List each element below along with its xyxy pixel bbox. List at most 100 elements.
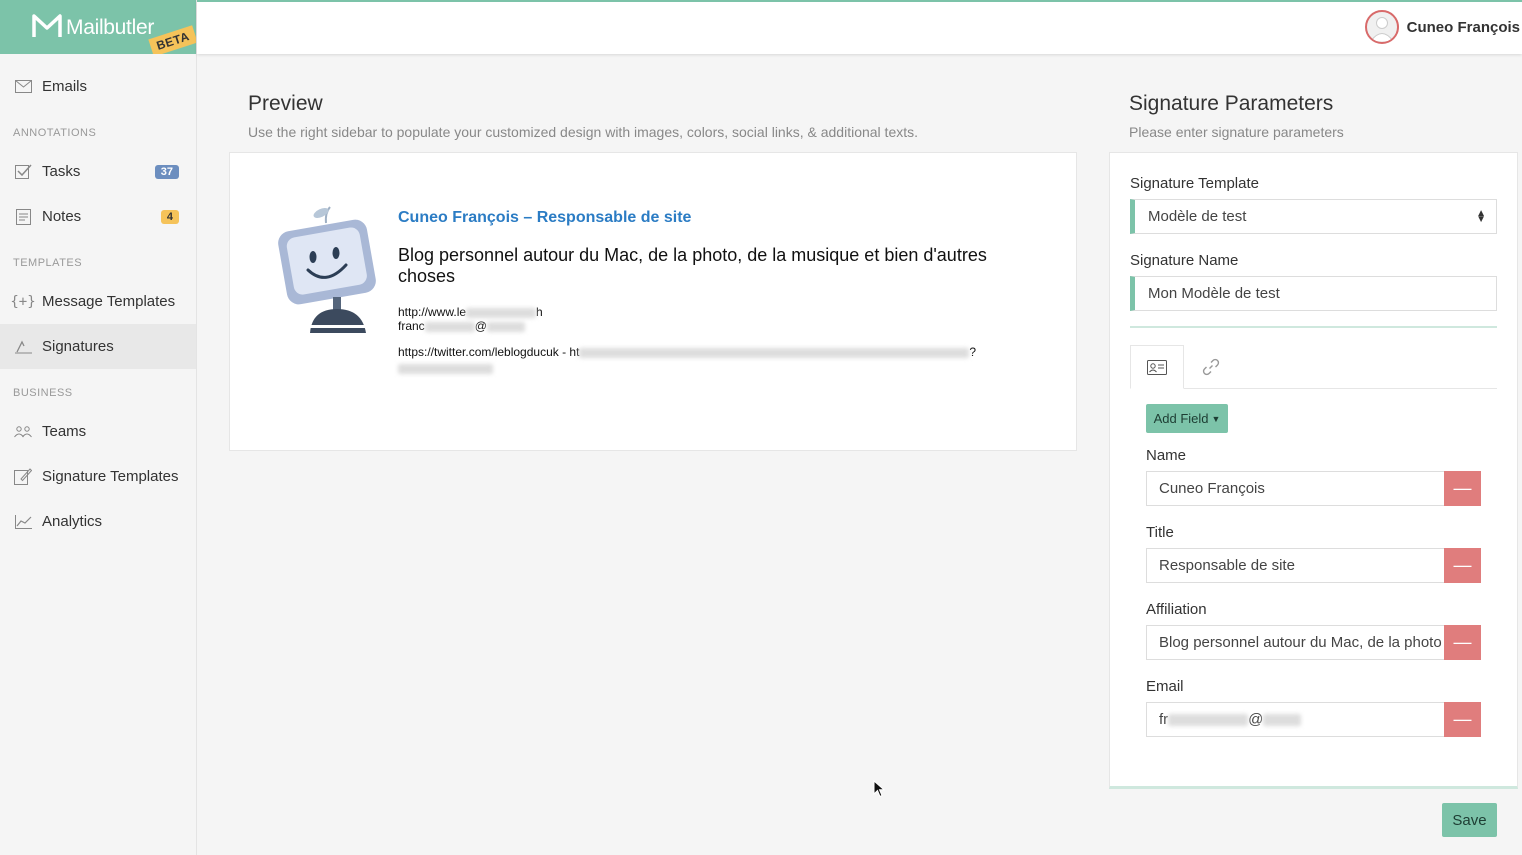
sidebar-item-analytics[interactable]: Analytics (0, 499, 196, 544)
field-title-label: Title (1146, 524, 1174, 541)
blurred-text (1263, 713, 1302, 726)
signature-links-continued (398, 361, 493, 375)
chart-line-icon (14, 513, 32, 531)
team-icon (14, 423, 32, 441)
website-end: h (536, 305, 543, 319)
mailbutler-logo-icon (32, 14, 62, 37)
sidebar: Mailbutler BETA Emails ANNOTATIONS Tasks… (0, 0, 197, 855)
add-field-button[interactable]: Add Field ▼ (1146, 404, 1228, 433)
top-bar: Cuneo François (197, 0, 1522, 54)
signature-social-links[interactable]: https://twitter.com/leblogducuk - ht? (398, 345, 976, 359)
sidebar-item-notes[interactable]: Notes 4 (0, 194, 196, 239)
blurred-text (486, 321, 525, 332)
avatar-icon (1364, 10, 1399, 44)
field-affiliation-label: Affiliation (1146, 601, 1207, 618)
tab-links[interactable] (1184, 345, 1238, 389)
signature-pen-icon (14, 338, 32, 356)
brand-logo[interactable]: Mailbutler BETA (0, 0, 196, 54)
email-start: franc (398, 319, 425, 333)
template-pen-icon (14, 468, 32, 486)
sidebar-item-signature-templates[interactable]: Signature Templates (0, 454, 196, 499)
cursor-icon (873, 780, 885, 798)
blurred-text (466, 307, 537, 318)
field-email-at: @ (1248, 711, 1264, 728)
signature-website[interactable]: http://www.le h (398, 305, 543, 319)
sidebar-item-label: Notes (42, 208, 82, 225)
field-affiliation-input[interactable]: Blog personnel autour du Mac, de la phot… (1146, 625, 1445, 660)
email-at: @ (474, 319, 487, 333)
checkbox-icon (14, 163, 32, 181)
remove-title-button[interactable]: — (1444, 548, 1481, 583)
field-email-label: Email (1146, 678, 1184, 695)
remove-name-button[interactable]: — (1444, 471, 1481, 506)
contact-card-icon (1147, 359, 1167, 375)
sidebar-item-label: Signature Templates (42, 468, 179, 485)
sidebar-item-label: Message Templates (42, 293, 176, 310)
template-select-value: Modèle de test (1148, 208, 1247, 225)
save-button[interactable]: Save (1442, 803, 1497, 837)
signature-affiliation: Blog personnel autour du Mac, de la phot… (398, 245, 987, 286)
beta-badge: BETA (148, 25, 196, 54)
tasks-count-badge: 37 (154, 164, 179, 179)
divider (1130, 326, 1497, 328)
preview-header: Preview Use the right sidebar to populat… (248, 92, 918, 140)
social-links-end: ? (969, 345, 977, 359)
signature-name-label: Signature Name (1130, 252, 1239, 269)
website-start: http://www.le (398, 305, 467, 319)
field-name-label: Name (1146, 447, 1187, 464)
section-annotations: ANNOTATIONS (13, 127, 97, 139)
blurred-text (1168, 713, 1249, 726)
remove-email-button[interactable]: — (1444, 702, 1481, 737)
preview-title: Preview (248, 92, 323, 115)
sidebar-item-teams[interactable]: Teams (0, 409, 196, 454)
field-name-value: Cuneo François (1159, 480, 1265, 497)
signature-name-title[interactable]: Cuneo François – Responsable de site (398, 209, 691, 227)
blurred-text (398, 363, 493, 374)
blurred-text (424, 321, 475, 332)
sidebar-item-label: Analytics (42, 513, 103, 530)
sidebar-item-tasks[interactable]: Tasks 37 (0, 149, 196, 194)
signature-preview-card: Cuneo François – Responsable de site Blo… (229, 152, 1077, 451)
select-arrows-icon: ▲ ▼ (1476, 207, 1486, 225)
params-title: Signature Parameters (1129, 92, 1334, 115)
signature-name-input[interactable]: Mon Modèle de test (1130, 276, 1497, 311)
brand-name: Mailbutler (66, 16, 155, 39)
signature-email[interactable]: franc @ (398, 319, 525, 333)
template-label: Signature Template (1130, 175, 1259, 192)
sidebar-item-message-templates[interactable]: {+} Message Templates (0, 279, 196, 324)
params-header: Signature Parameters Please enter signat… (1129, 92, 1344, 140)
section-templates: TEMPLATES (13, 257, 83, 269)
params-subtitle: Please enter signature parameters (1129, 124, 1344, 140)
user-menu[interactable]: Cuneo François (1364, 10, 1520, 44)
field-email-input[interactable]: fr @ (1146, 702, 1445, 737)
sidebar-item-label: Signatures (42, 338, 114, 355)
field-name-input[interactable]: Cuneo François (1146, 471, 1445, 506)
braces-plus-icon: {+} (10, 293, 36, 310)
caret-down-icon: ▼ (1211, 413, 1221, 424)
sidebar-item-emails[interactable]: Emails (0, 64, 196, 109)
add-field-label: Add Field (1153, 411, 1209, 426)
preview-subtitle: Use the right sidebar to populate your c… (248, 124, 919, 140)
mascot-computer-icon (278, 206, 376, 333)
params-tabs (1130, 345, 1497, 389)
field-title-input[interactable]: Responsable de site (1146, 548, 1445, 583)
envelope-icon (14, 78, 32, 96)
field-email-start: fr (1159, 711, 1169, 728)
remove-affiliation-button[interactable]: — (1444, 625, 1481, 660)
note-icon (14, 208, 32, 226)
signature-name-value: Mon Modèle de test (1148, 285, 1280, 302)
tab-contact-fields[interactable] (1130, 345, 1184, 389)
notes-count-badge: 4 (160, 209, 179, 224)
sidebar-item-label: Teams (42, 423, 87, 440)
sidebar-item-label: Tasks (42, 163, 81, 180)
blurred-text (579, 347, 970, 358)
signature-params-card: Signature Template Modèle de test ▲ ▼ Sig… (1109, 152, 1518, 789)
field-title-value: Responsable de site (1159, 557, 1295, 574)
sidebar-item-signatures[interactable]: Signatures (0, 324, 196, 369)
social-links-start: https://twitter.com/leblogducuk - ht (398, 345, 580, 359)
user-name: Cuneo François (1406, 18, 1520, 36)
sidebar-item-label: Emails (42, 78, 88, 95)
template-select[interactable]: Modèle de test ▲ ▼ (1130, 199, 1497, 234)
link-icon (1202, 358, 1220, 376)
section-business: BUSINESS (13, 387, 73, 399)
